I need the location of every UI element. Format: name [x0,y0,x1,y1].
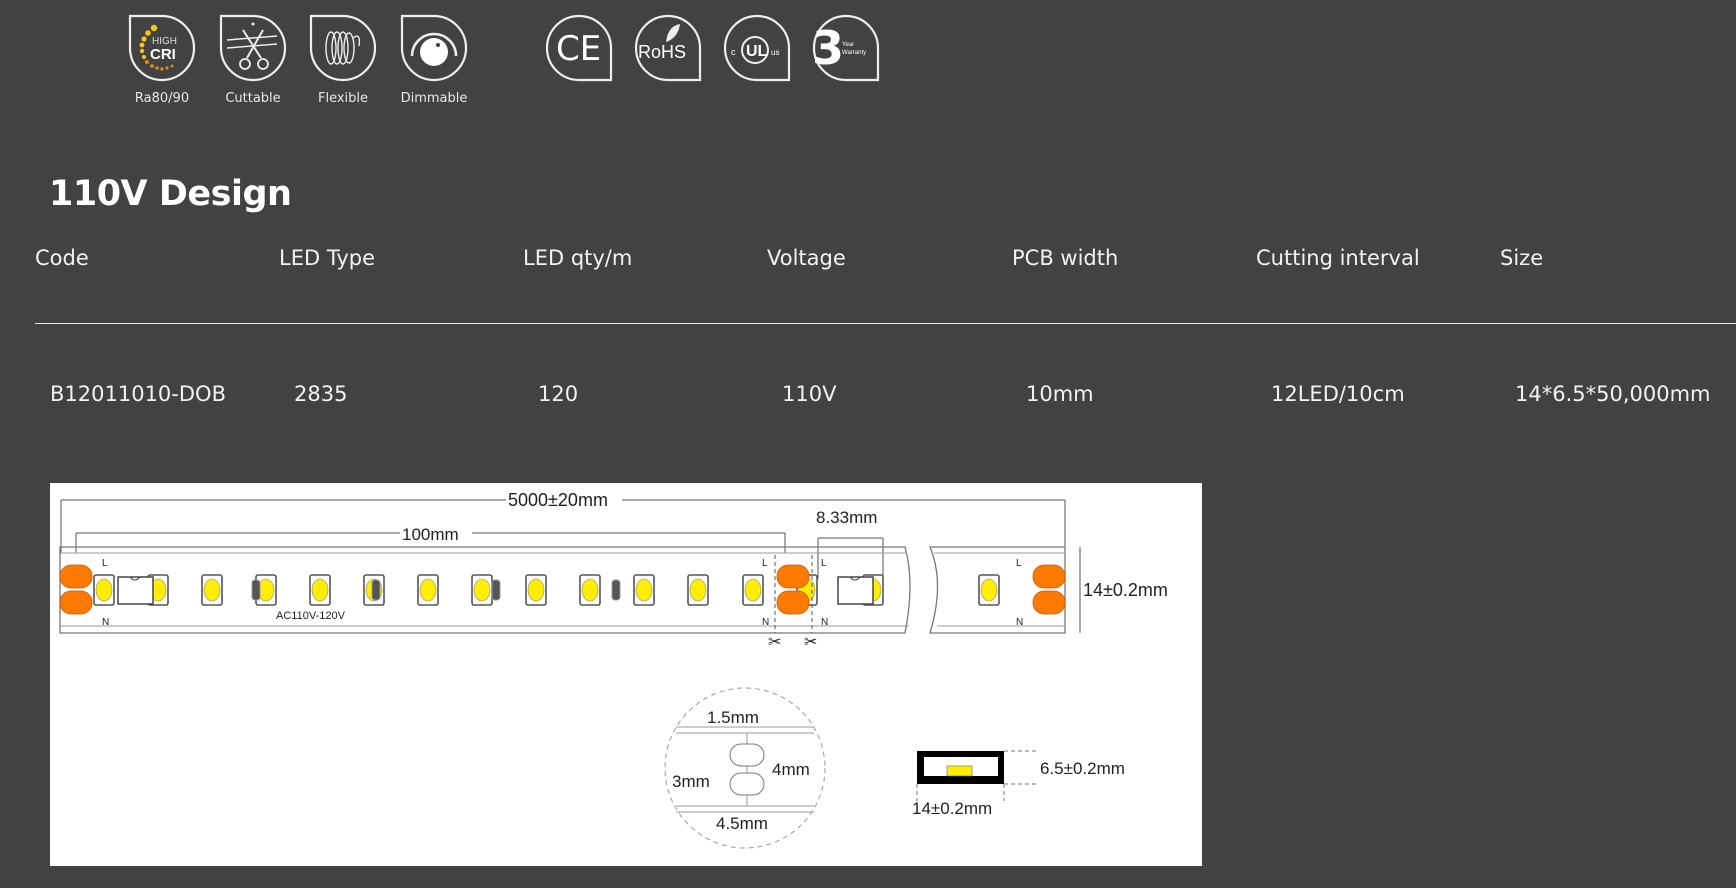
table-divider [35,323,1736,324]
badge-cuttable: Cuttable [217,12,289,106]
pitch-label: 8.33mm [816,508,877,527]
ce-label: CE [556,29,601,69]
header-cutting-interval: Cutting interval [1256,246,1420,270]
rohs-icon: RoHS [634,14,702,82]
dimmer-knob-icon [400,14,468,82]
pad-spacing-label: 1.5mm [707,708,759,727]
led-emitter [473,578,491,602]
segment-length-label: 100mm [402,525,459,544]
pad-label-N: N [762,617,769,628]
cell-pcb-width: 10mm [1026,382,1094,406]
pad-width-label: 4.5mm [716,814,768,833]
solder-pad [776,590,810,615]
pad-label-L: L [821,558,827,569]
rohs-label: RoHS [638,42,686,62]
cell-led-type: 2835 [294,382,348,406]
pad-label-L: L [102,558,108,569]
strip-width-label: 14±0.2mm [1083,580,1168,600]
pad-label-N: N [102,617,109,628]
badge-label: Ra80/90 [134,91,190,106]
header-pcb-width: PCB width [1012,246,1119,270]
solder-pad [1032,564,1066,589]
header-led-qty: LED qty/m [523,246,633,270]
header-size: Size [1500,246,1544,270]
led-emitter [527,578,545,602]
ic-chip [837,576,874,605]
cell-voltage: 110V [782,382,837,406]
cert-ul: UL c us [721,12,793,84]
resistor [371,579,381,601]
flexible-coil-icon [309,14,377,82]
header-code: Code [35,246,89,270]
pad-height-label: 4mm [772,760,810,779]
ul-icon: UL c us [723,14,791,82]
scissors-icon [219,14,287,82]
pad-label-N: N [821,617,828,628]
pad-gap-label: 3mm [672,772,710,791]
badge-high-cri: HIGH CRI Ra80/90 [126,12,198,106]
led-emitter [95,578,113,602]
section-title: 110V Design [49,174,292,214]
strip-diagram: 5000±20mm 100mm 8.33mm L N L N L N L N ✂… [59,489,1168,849]
cert-ce: CE [543,12,615,84]
warranty-years: 3 [812,21,844,75]
scissors-icon: ✂ [804,634,817,651]
led-emitter [419,578,437,602]
warranty-label-2: Warranty [842,50,866,56]
warranty-icon: 3 Year Warranty [812,14,880,82]
high-cri-icon: HIGH CRI [128,14,196,82]
ce-icon: CE [545,14,613,82]
cell-cutting-interval: 12LED/10cm [1271,382,1405,406]
solder-pad [59,564,93,589]
ul-label: UL [746,43,768,60]
cri-label: CRI [150,46,176,63]
cert-rohs: RoHS [632,12,704,84]
solder-pad [1032,590,1066,615]
resistor [251,579,261,601]
cell-code: B12011010-DOB [50,382,226,406]
badge-label: Dimmable [400,91,468,106]
technical-drawing: 5000±20mm 100mm 8.33mm L N L N L N L N ✂… [50,483,1202,866]
pad-label-N: N [1016,617,1023,628]
cell-size: 14*6.5*50,000mm [1515,382,1711,406]
solder-pad [776,564,810,589]
pad-label-L: L [1016,558,1022,569]
badge-flexible: Flexible [307,12,379,106]
cert-warranty: 3 Year Warranty [810,12,882,84]
resistor [611,579,621,601]
led-emitter [689,578,707,602]
badge-label: Cuttable [225,91,281,106]
profile-height-label: 6.5±0.2mm [1040,759,1125,778]
badge-label: Flexible [317,91,369,106]
led-emitter [311,578,329,602]
ul-c-label: c [731,47,736,57]
led-emitter [980,578,998,602]
led-emitter [203,578,221,602]
led-emitter [635,578,653,602]
warranty-label: Year [842,42,854,48]
profile-width-label: 14±0.2mm [912,799,992,818]
pad-label-L: L [762,558,768,569]
pad-detail: 1.5mm 4mm 3mm 4.5mm [664,687,826,849]
resistor [491,579,501,601]
header-led-type: LED Type [279,246,376,270]
led-emitter [744,578,762,602]
cell-led-qty: 120 [538,382,579,406]
scissors-icon: ✂ [768,634,781,651]
solder-pad [59,590,93,615]
voltage-label: AC110V-120V [276,610,346,622]
badge-dimmable: Dimmable [398,12,470,106]
ic-chip [117,576,154,605]
total-length-label: 5000±20mm [508,490,608,510]
ul-us-label: us [771,48,779,57]
header-voltage: Voltage [767,246,846,270]
led-emitter [581,578,599,602]
cross-section-profile: 6.5±0.2mm 14±0.2mm [912,750,1125,818]
